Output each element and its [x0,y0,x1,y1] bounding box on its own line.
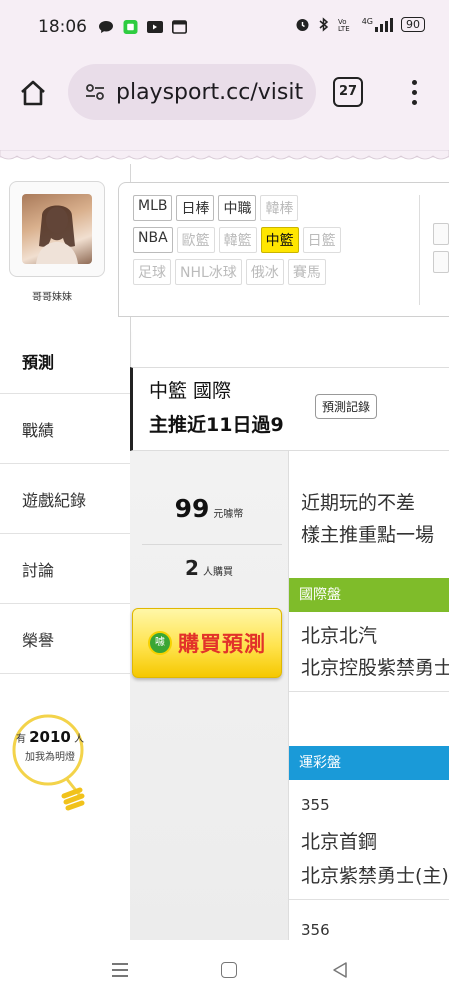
sidebar-item-label: 榮譽 [22,630,55,650]
status-time: 18:06 [38,17,87,37]
profile-name: 哥哥妹妹 [32,292,72,303]
avatar[interactable] [22,194,92,264]
svg-text:LTE: LTE [338,25,350,32]
sport-tag-kbo[interactable]: 韓棒 [260,195,299,221]
buyer-count-value: 2 [185,556,199,580]
divider [289,691,449,692]
lottery-odds-header: 運彩盤 [289,746,449,780]
decorative-wave [0,150,449,160]
alarm-icon [296,19,309,31]
sport-tag-clipped[interactable] [433,223,449,245]
buyer-count-unit: 人購買 [202,567,233,578]
follow-light-caption: 加我為明燈 [25,752,75,763]
site-settings-icon[interactable] [84,81,106,103]
buy-prediction-button[interactable]: 噱 購買預測 [132,608,282,678]
sidebar-item-label: 預測 [22,352,55,372]
intl-team-1: 北京北汽 [301,625,378,647]
bluetooth-icon [319,17,328,32]
status-bar: 18:06 Vo LTE 4G 90 [0,0,449,56]
sidebar-item-label: 遊戲紀錄 [22,490,87,510]
calendar-icon [172,20,187,34]
sport-tag-soccer[interactable]: 足球 [133,259,171,285]
sport-tag-mlb[interactable]: MLB [133,195,173,221]
prediction-headline: 主推近11日過9 [149,414,284,436]
coin-icon: 噱 [148,631,172,655]
sport-tag-npb[interactable]: 日棒 [176,195,215,221]
sport-tag-nba[interactable]: NBA [133,227,173,253]
profile-sidebar: 哥哥妹妹 預測 戰績 遊戲紀錄 討論 榮譽 有 2010 人 加我為明燈 [0,164,130,940]
sport-tag-horse-racing[interactable]: 賽馬 [287,259,326,285]
sidebar-item-record[interactable]: 戰績 [0,394,130,464]
browser-toolbar: playsport.cc/visit 27 [0,56,449,132]
price-unit: 元噱幣 [213,509,244,520]
sport-tags: MLB 日棒 中職 韓棒 NBA 歐籃 韓籃 中籃 日籃 足球 NHL冰球 俄冰… [133,195,423,291]
system-nav-bar [0,940,449,1000]
intl-odds-header: 國際盤 [289,578,449,612]
prediction-record-button[interactable]: 預測記錄 [315,394,378,419]
sidebar-item-game-log[interactable]: 遊戲紀錄 [0,464,130,534]
divider [289,899,449,900]
battery-indicator: 90 [401,17,425,32]
tab-switcher-button[interactable]: 27 [333,77,363,107]
chat-icon [99,21,113,33]
sport-tag-khl[interactable]: 俄冰 [245,259,284,285]
status-right: Vo LTE 4G 90 [295,17,425,32]
lottery-team-1: 北京首鋼 [301,831,378,853]
price-value: 99 [174,494,210,523]
more-options-icon[interactable] [408,76,420,110]
main-content: MLB 日棒 中職 韓棒 NBA 歐籃 韓籃 中籃 日籃 足球 NHL冰球 俄冰… [118,164,449,951]
volte-icon: VoLTE [338,18,350,32]
home-button[interactable] [221,962,237,978]
sidebar-nav: 預測 戰績 遊戲紀錄 討論 榮譽 [0,328,130,674]
prediction-description: 近期玩的不差 樣主推重點一場 [301,492,435,546]
prediction-title: 中籃 國際 預測記錄 主推近11日過9 [130,367,449,451]
home-icon[interactable] [18,78,48,108]
light-count: 有 2010 人 加我為明燈 [8,728,92,763]
sport-tag-china-basketball[interactable]: 中籃 [260,227,299,253]
sport-tag-cpbl[interactable]: 中職 [218,195,257,221]
sport-tag-euro-basketball[interactable]: 歐籃 [176,227,215,253]
follow-light-widget[interactable]: 有 2010 人 加我為明燈 [6,712,92,822]
url-text: playsport.cc/visit [116,79,304,105]
recents-icon[interactable] [112,963,128,977]
lottery-team-2: 北京紫禁勇士(主) [301,865,449,887]
sport-tag-japan-basketball[interactable]: 日籃 [302,227,341,253]
back-icon[interactable] [331,961,349,979]
address-bar[interactable]: playsport.cc/visit [68,64,316,120]
sidebar-item-honors[interactable]: 榮譽 [0,604,130,674]
signal-icon: 4G [362,17,393,32]
sport-divider [419,195,420,305]
sidebar-item-predictions[interactable]: 預測 [0,328,130,394]
buy-prediction-label: 購買預測 [178,632,266,656]
sport-selector: MLB 日棒 中職 韓棒 NBA 歐籃 韓籃 中籃 日籃 足球 NHL冰球 俄冰… [118,182,449,317]
sport-tag-korea-basketball[interactable]: 韓籃 [218,227,257,253]
sidebar-item-label: 戰績 [22,420,55,440]
league-title: 中籃 國際 [149,380,232,402]
game-number: 356 [301,921,330,939]
sidebar-item-label: 討論 [22,560,55,580]
intl-team-2: 北京控股紫禁勇士 [301,657,449,679]
avatar-frame[interactable] [9,181,105,277]
app-notification-icon [123,20,138,34]
price: 99 元噱幣 [130,494,288,523]
buyer-count: 2 人購買 [130,556,288,580]
sidebar-item-discussion[interactable]: 討論 [0,534,130,604]
sport-tag-clipped[interactable] [433,251,449,273]
game-number: 355 [301,796,330,814]
sport-tag-nhl[interactable]: NHL冰球 [175,259,242,285]
prediction-details: 近期玩的不差 樣主推重點一場 國際盤 北京北汽 北京控股紫禁勇士 運彩盤 355… [288,451,449,940]
divider [142,544,282,545]
purchase-panel [130,451,288,951]
video-icon [147,21,163,33]
